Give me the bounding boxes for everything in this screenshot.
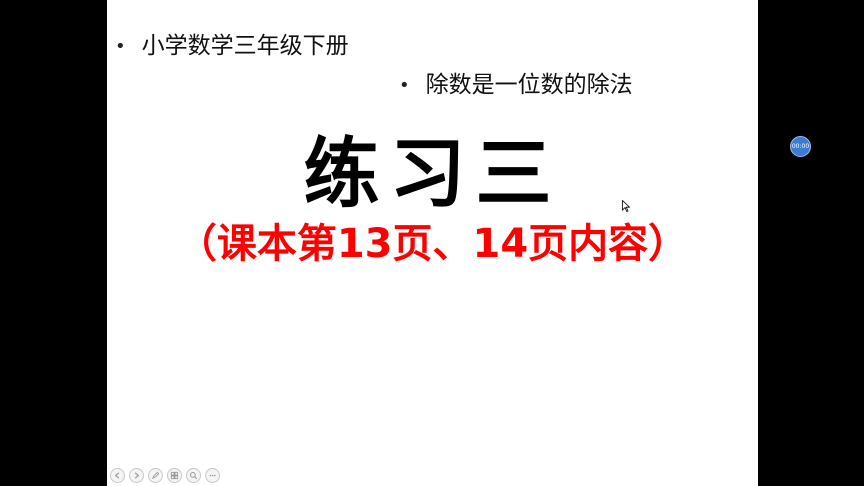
next-slide-button[interactable] xyxy=(129,468,144,483)
more-options-button[interactable] xyxy=(205,468,220,483)
slides-overview-button[interactable] xyxy=(167,468,182,483)
bullet-text-grade: 小学数学三年级下册 xyxy=(141,33,349,59)
bullet-item-topic: • 除数是一位数的除法 xyxy=(399,74,633,97)
bullet-item-grade: • 小学数学三年级下册 xyxy=(115,35,349,58)
prev-icon xyxy=(114,472,120,479)
presentation-window: • 小学数学三年级下册 • 除数是一位数的除法 练习三 （课本第13页、14页内… xyxy=(0,0,864,486)
prev-slide-button[interactable] xyxy=(110,468,125,483)
more-icon xyxy=(209,474,216,477)
pen-tool-button[interactable] xyxy=(148,468,163,483)
mouse-cursor-icon xyxy=(622,200,630,212)
slide-subtitle: （课本第13页、14页内容） xyxy=(176,221,689,267)
recording-timer-badge[interactable]: 00:00 xyxy=(790,136,811,157)
slideshow-controls xyxy=(110,468,220,483)
slides-icon xyxy=(170,471,179,480)
slide-canvas: • 小学数学三年级下册 • 除数是一位数的除法 练习三 （课本第13页、14页内… xyxy=(107,0,758,486)
bullet-dot: • xyxy=(115,35,126,57)
slide-title: 练习三 xyxy=(303,129,562,218)
next-icon xyxy=(134,472,140,479)
timer-label: 00:00 xyxy=(791,143,810,150)
pen-icon xyxy=(151,471,160,480)
zoom-button[interactable] xyxy=(186,468,201,483)
bullet-dot: • xyxy=(399,74,410,96)
bullet-text-topic: 除数是一位数的除法 xyxy=(425,72,633,98)
zoom-icon xyxy=(190,472,198,480)
